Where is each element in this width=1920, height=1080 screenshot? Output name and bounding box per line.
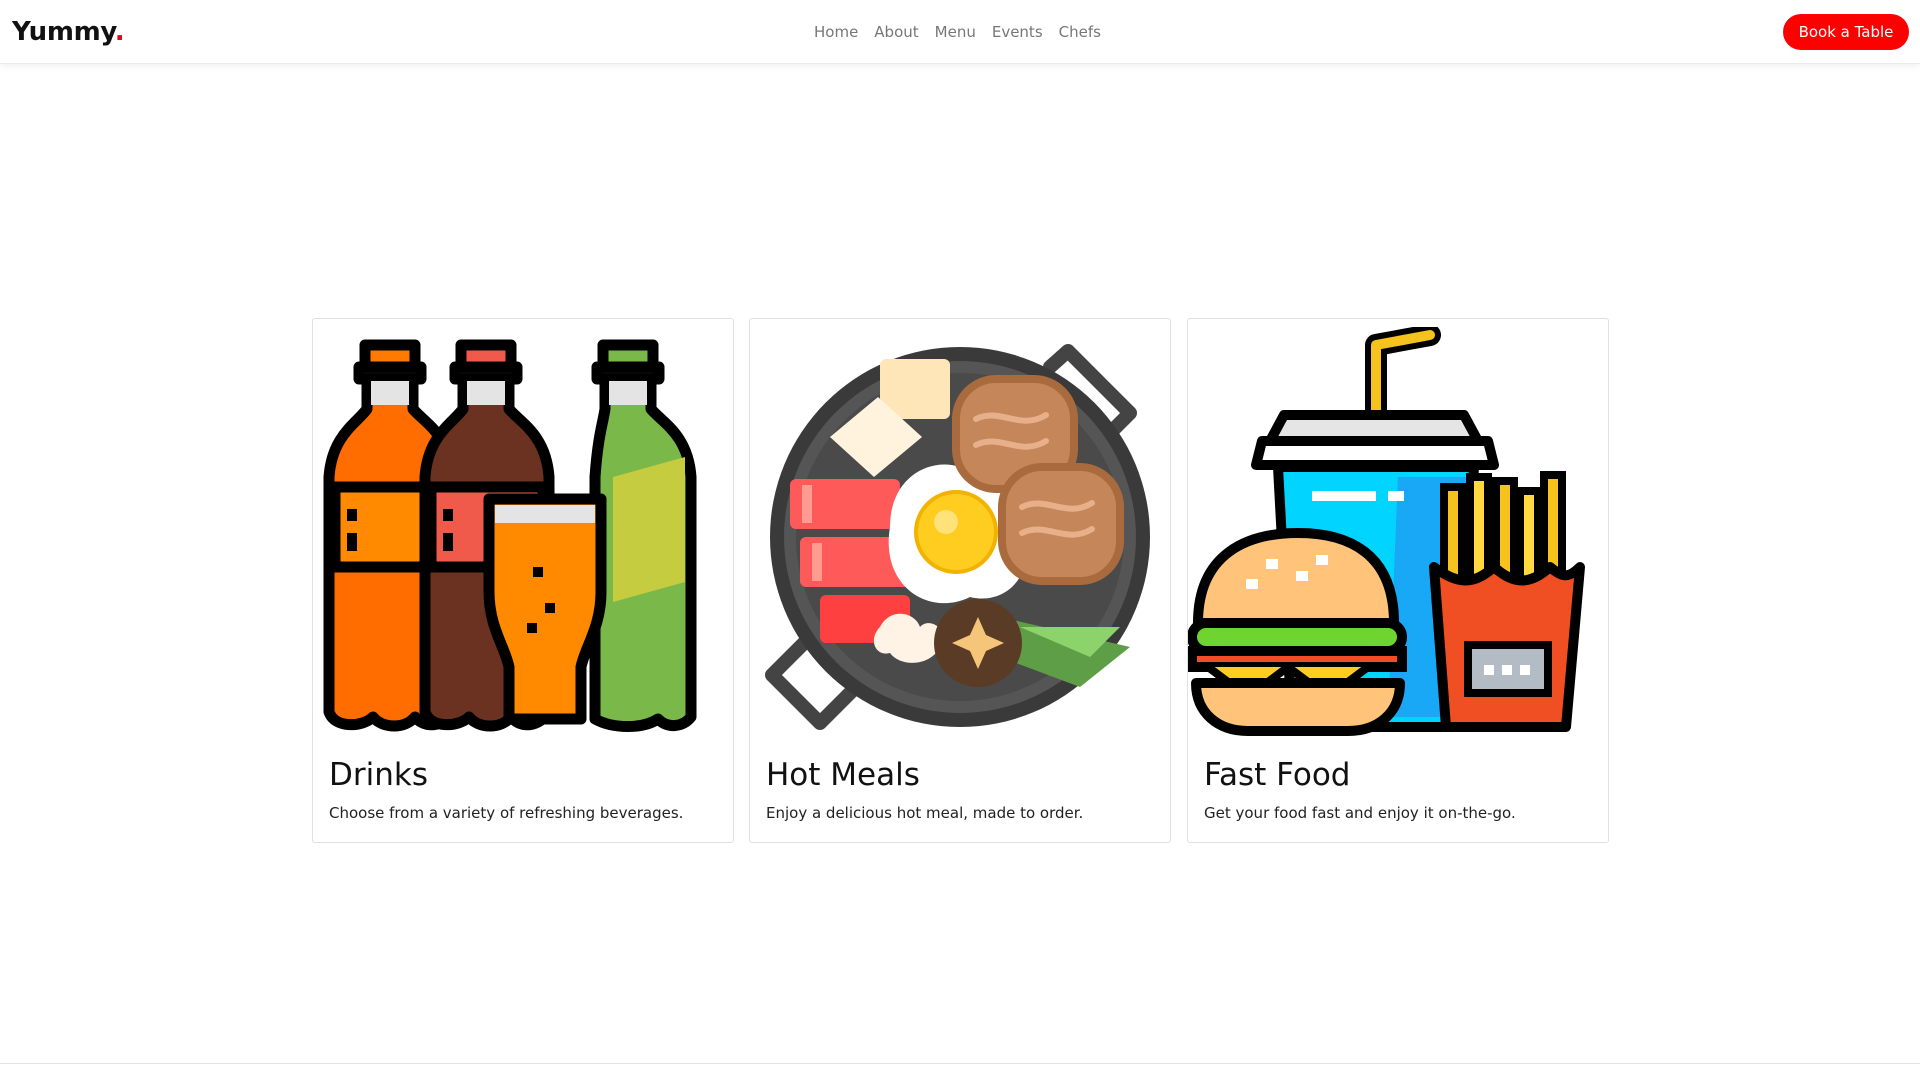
- card-title: Hot Meals: [766, 757, 920, 793]
- card-description: Choose from a variety of refreshing beve…: [329, 804, 684, 822]
- book-table-button[interactable]: Book a Table: [1783, 14, 1909, 50]
- brand-dot: .: [114, 17, 125, 47]
- nav-link-about[interactable]: About: [874, 22, 918, 42]
- nav-link-home[interactable]: Home: [814, 22, 858, 42]
- frying-pan-meal-icon: [765, 344, 1150, 730]
- card-description: Enjoy a delicious hot meal, made to orde…: [766, 804, 1084, 822]
- nav-link-menu[interactable]: Menu: [935, 22, 976, 42]
- brand-logo[interactable]: Yummy.: [12, 17, 125, 47]
- nav-link-events[interactable]: Events: [992, 22, 1043, 42]
- main-nav: Home About Menu Events Chefs: [814, 22, 1101, 42]
- burger-fries-drink-icon: [1188, 327, 1585, 736]
- card-description: Get your food fast and enjoy it on-the-g…: [1204, 804, 1516, 822]
- card-title: Drinks: [329, 757, 428, 793]
- top-header: Yummy. Home About Menu Events Chefs Book…: [0, 0, 1920, 64]
- menu-card-drinks[interactable]: Drinks Choose from a variety of refreshi…: [312, 318, 734, 843]
- menu-card-hot-meals[interactable]: Hot Meals Enjoy a delicious hot meal, ma…: [749, 318, 1171, 843]
- nav-link-chefs[interactable]: Chefs: [1059, 22, 1101, 42]
- brand-name: Yummy: [12, 17, 115, 47]
- card-title: Fast Food: [1204, 757, 1351, 793]
- soda-bottles-icon: [323, 339, 697, 732]
- menu-card-fast-food[interactable]: Fast Food Get your food fast and enjoy i…: [1187, 318, 1609, 843]
- footer-divider: [0, 1063, 1920, 1064]
